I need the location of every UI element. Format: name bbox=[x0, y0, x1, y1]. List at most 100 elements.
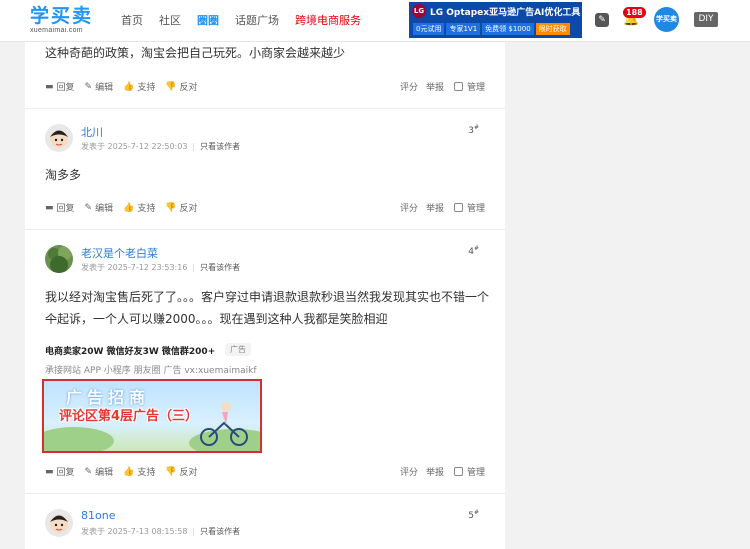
report-link[interactable]: 举报 bbox=[426, 80, 444, 93]
main-nav: 首页 社区 圈圈 话题广场 跨境电商服务 bbox=[121, 12, 377, 28]
ad-title[interactable]: 电商卖家20W 微信好友3W 微信群200+ bbox=[45, 344, 215, 357]
post-divider bbox=[25, 108, 505, 109]
author-name[interactable]: 北川 bbox=[81, 124, 103, 140]
support-label: 支持 bbox=[137, 204, 156, 214]
reply-icon: ▬ bbox=[45, 81, 54, 92]
manage-label: 管理 bbox=[466, 468, 485, 478]
nav-topics[interactable]: 话题广场 bbox=[235, 12, 279, 28]
manage-checkbox[interactable] bbox=[453, 82, 463, 91]
oppose-button[interactable]: 👎 反对 bbox=[165, 465, 198, 479]
thread-panel: 这种奇葩的政策，淘宝会把自己玩死。小商家会越来越少 ▬ 回复 ✎ 编辑 👍 支持 👎 反… bbox=[25, 42, 505, 549]
banner-top: LG LG Optapex亚马逊广告AI优化工具 bbox=[409, 2, 582, 20]
post-divider bbox=[25, 229, 505, 230]
post-time: 发表于 2025-7-13 08:15:58 bbox=[81, 527, 188, 536]
report-link[interactable]: 举报 bbox=[426, 465, 444, 478]
thumbs-down-icon: 👎 bbox=[165, 202, 177, 213]
rate-link[interactable]: 评分 bbox=[400, 465, 418, 478]
manage-checkbox[interactable] bbox=[453, 467, 463, 476]
banner-tag: 专家1V1 bbox=[446, 23, 481, 35]
edit-button[interactable]: ✎ 编辑 bbox=[84, 201, 114, 215]
reply-icon: ▬ bbox=[45, 202, 54, 213]
post-right-actions: 评分 举报 管理 bbox=[392, 201, 485, 214]
support-button[interactable]: 👍 支持 bbox=[123, 465, 155, 479]
edit-button[interactable]: ✎ 编辑 bbox=[84, 80, 114, 94]
reply-button[interactable]: ▬ 回复 bbox=[45, 80, 75, 94]
support-button[interactable]: 👍 支持 bbox=[123, 80, 156, 94]
edit-label: 编辑 bbox=[95, 204, 114, 214]
thumbs-up-icon: 👍 bbox=[123, 466, 135, 477]
thumbs-down-icon: 👎 bbox=[165, 81, 177, 92]
nav-community[interactable]: 社区 bbox=[159, 12, 181, 28]
post-meta: 发表于 2025-7-12 22:50:03 | 只看该作者 bbox=[81, 142, 241, 151]
avatar[interactable] bbox=[45, 124, 73, 152]
reply-button[interactable]: ▬ 回复 bbox=[45, 465, 75, 479]
logo-domain: xuemaimai.com bbox=[30, 27, 83, 34]
support-label: 支持 bbox=[137, 83, 156, 93]
only-author-link[interactable]: 只看该作者 bbox=[200, 263, 240, 272]
diy-button[interactable]: DIY bbox=[694, 12, 718, 27]
oppose-label: 反对 bbox=[179, 204, 198, 214]
edit-label: 编辑 bbox=[95, 83, 114, 93]
post-content: 淘多多 bbox=[45, 168, 82, 182]
ad-image[interactable]: 广告招商 评论区第4层广告（三） bbox=[42, 379, 262, 453]
compose-icon[interactable]: ✎ bbox=[595, 13, 609, 27]
manage-checkbox[interactable] bbox=[453, 203, 463, 212]
rate-link[interactable]: 评分 bbox=[400, 201, 418, 214]
banner-tag: 免费领 $1000 bbox=[482, 23, 534, 35]
floor-number[interactable]: 5# bbox=[468, 509, 479, 521]
thumbs-down-icon: 👎 bbox=[165, 466, 177, 477]
floor-suffix: # bbox=[473, 509, 479, 516]
avatar[interactable] bbox=[45, 245, 73, 273]
support-button[interactable]: 👍 支持 bbox=[123, 201, 156, 215]
reply-label: 回复 bbox=[56, 204, 75, 214]
top-header: 学买卖 xuemaimai.com 首页 社区 圈圈 话题广场 跨境电商服务 L… bbox=[0, 0, 750, 42]
reply-label: 回复 bbox=[56, 468, 75, 478]
floor-suffix: # bbox=[473, 124, 479, 131]
user-avatar[interactable]: 学买卖 bbox=[654, 7, 679, 32]
post-right-actions: 评分 举报 管理 bbox=[392, 80, 485, 93]
oppose-button[interactable]: 👎 反对 bbox=[165, 80, 198, 94]
author-name[interactable]: 81one bbox=[81, 509, 115, 522]
nav-circles[interactable]: 圈圈 bbox=[197, 12, 219, 28]
edit-icon: ✎ bbox=[84, 81, 93, 92]
post-actions: ▬ 回复 ✎ 编辑 👍 支持 👎 反对 bbox=[45, 80, 208, 94]
avatar[interactable] bbox=[45, 509, 73, 537]
banner-title: LG Optapex亚马逊广告AI优化工具 bbox=[430, 7, 581, 18]
post-time: 发表于 2025-7-12 23:53:16 bbox=[81, 263, 188, 272]
report-link[interactable]: 举报 bbox=[426, 201, 444, 214]
oppose-button[interactable]: 👎 反对 bbox=[165, 201, 198, 215]
post-content: 这种奇葩的政策，淘宝会把自己玩死。小商家会越来越少 bbox=[45, 46, 346, 60]
post-meta: 发表于 2025-7-13 08:15:58 | 只看该作者 bbox=[81, 527, 241, 536]
only-author-link[interactable]: 只看该作者 bbox=[200, 527, 240, 536]
notification-badge: 188 bbox=[623, 7, 646, 18]
edit-icon: ✎ bbox=[84, 202, 93, 213]
oppose-label: 反对 bbox=[179, 83, 198, 93]
thumbs-up-icon: 👍 bbox=[123, 202, 135, 213]
author-name[interactable]: 老汉是个老白菜 bbox=[81, 245, 158, 261]
banner-tag: 限时获取 bbox=[535, 23, 570, 35]
only-author-link[interactable]: 只看该作者 bbox=[200, 142, 240, 151]
thumbs-up-icon: 👍 bbox=[123, 81, 135, 92]
oppose-label: 反对 bbox=[179, 468, 198, 478]
site-logo[interactable]: 学买卖 xuemaimai.com bbox=[30, 6, 93, 35]
header-ad-banner[interactable]: LG LG Optapex亚马逊广告AI优化工具 0元试用 专家1V1 免费领 … bbox=[409, 2, 582, 38]
nav-home[interactable]: 首页 bbox=[121, 12, 143, 28]
post-actions: ▬ 回复 ✎ 编辑 👍 支持 👎 反对 bbox=[45, 465, 208, 479]
post-actions: ▬ 回复 ✎ 编辑 👍 支持 👎 反对 bbox=[45, 201, 208, 215]
reply-label: 回复 bbox=[56, 83, 75, 93]
banner-tag: 0元试用 bbox=[413, 23, 445, 35]
post-content-line: 个起诉，一个人可以赚2000。。。现在遇到这种人我都是笑脸相迎 bbox=[45, 312, 388, 326]
manage-label: 管理 bbox=[466, 83, 485, 93]
ad-description: 承接网站 APP 小程序 朋友圈 广告 vx:xuemaimaikf bbox=[45, 366, 257, 376]
nav-crossborder[interactable]: 跨境电商服务 bbox=[295, 12, 361, 28]
edit-label: 编辑 bbox=[95, 468, 114, 478]
rate-link[interactable]: 评分 bbox=[400, 80, 418, 93]
post-time: 发表于 2025-7-12 22:50:03 bbox=[81, 142, 188, 151]
lg-logo-icon: LG bbox=[412, 4, 426, 18]
edit-button[interactable]: ✎ 编辑 bbox=[85, 465, 114, 479]
reply-button[interactable]: ▬ 回复 bbox=[45, 201, 75, 215]
floor-number[interactable]: 4# bbox=[468, 245, 479, 257]
logo-text: 学买卖 bbox=[30, 5, 94, 27]
post-right-actions: 评分 举报 管理 bbox=[392, 465, 485, 478]
floor-number[interactable]: 3# bbox=[468, 124, 479, 136]
